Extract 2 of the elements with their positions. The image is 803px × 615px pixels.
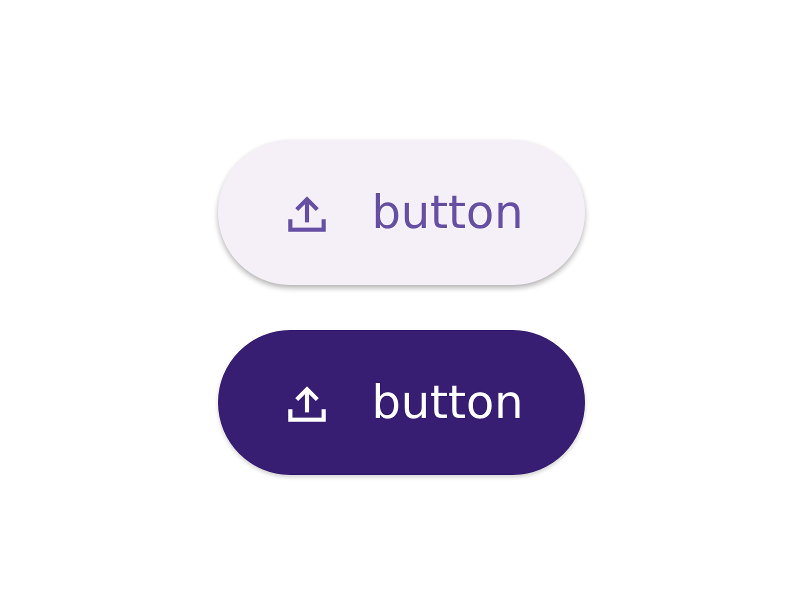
upload-button[interactable]: button — [218, 140, 585, 285]
upload-button[interactable]: button — [218, 330, 585, 475]
